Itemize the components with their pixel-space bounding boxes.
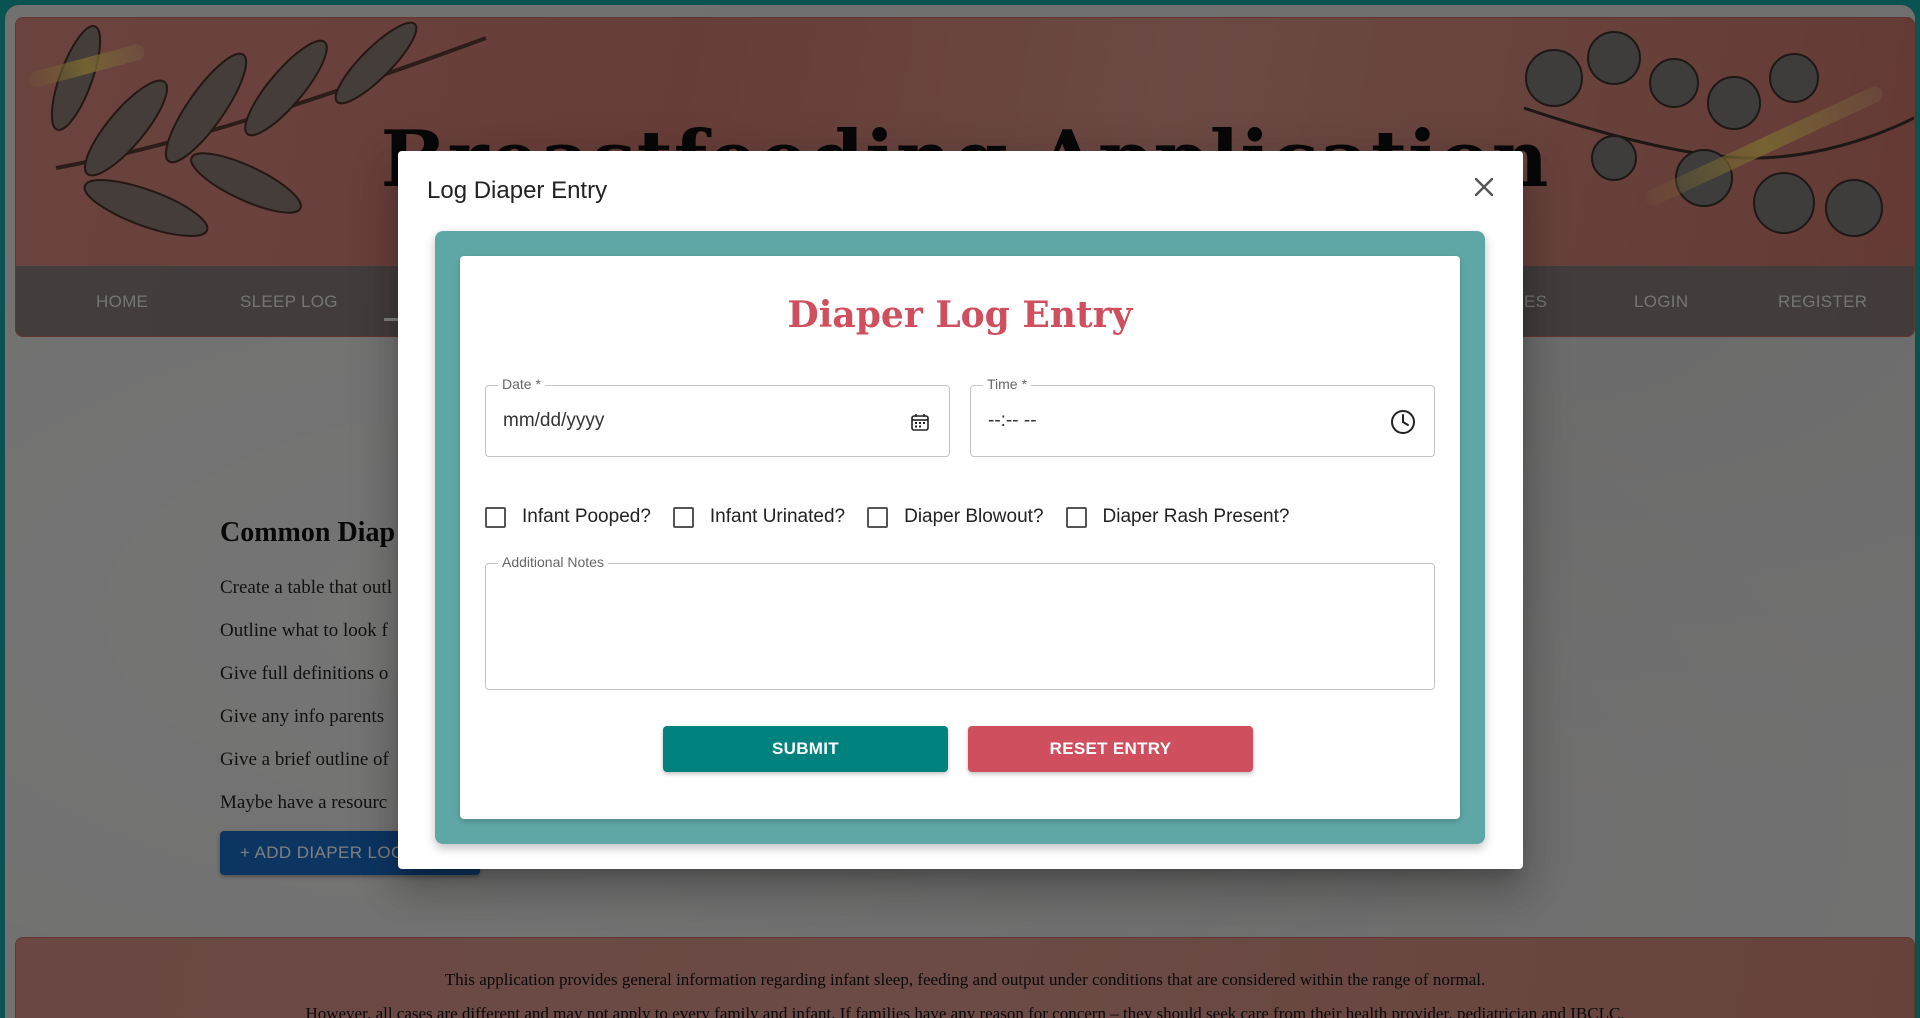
infant-pooped-checkbox[interactable]: Infant Pooped? bbox=[485, 506, 651, 528]
additional-notes-field[interactable]: Additional Notes bbox=[485, 554, 1435, 690]
log-diaper-dialog: Log Diaper Entry Diaper Log Entry Date *… bbox=[398, 151, 1523, 869]
checkbox-square[interactable] bbox=[672, 506, 694, 528]
infant-urinated-checkbox[interactable]: Infant Urinated? bbox=[672, 506, 846, 528]
diaper-blowout-checkbox[interactable]: Diaper Blowout? bbox=[867, 506, 1044, 528]
diaper-form-card: Diaper Log Entry Date * mm/dd/yyyy Time … bbox=[460, 256, 1460, 819]
date-input[interactable]: mm/dd/yyyy bbox=[503, 410, 604, 432]
checkbox-square[interactable] bbox=[1065, 506, 1087, 528]
form-title: Diaper Log Entry bbox=[787, 294, 1133, 336]
dialog-title: Log Diaper Entry bbox=[427, 177, 608, 204]
checkbox-label: Infant Urinated? bbox=[709, 506, 846, 527]
date-label: Date * bbox=[498, 376, 545, 392]
submit-button[interactable]: SUBMIT bbox=[663, 726, 948, 772]
close-icon[interactable] bbox=[1468, 171, 1500, 203]
checkbox-label: Diaper Blowout? bbox=[904, 506, 1044, 527]
notes-label: Additional Notes bbox=[498, 554, 608, 570]
diaper-checkbox-group: Infant Pooped? Infant Urinated? Diaper B… bbox=[485, 502, 1311, 532]
reset-entry-button[interactable]: RESET ENTRY bbox=[968, 726, 1253, 772]
time-field[interactable]: Time * --:-- -- bbox=[970, 376, 1435, 457]
time-input[interactable]: --:-- -- bbox=[988, 410, 1037, 432]
checkbox-label: Diaper Rash Present? bbox=[1102, 506, 1290, 527]
checkbox-label: Infant Pooped? bbox=[522, 506, 651, 527]
calendar-icon[interactable] bbox=[906, 408, 934, 436]
checkbox-square[interactable] bbox=[867, 506, 889, 528]
date-field[interactable]: Date * mm/dd/yyyy bbox=[485, 376, 950, 457]
diaper-rash-checkbox[interactable]: Diaper Rash Present? bbox=[1065, 506, 1290, 528]
form-frame: Diaper Log Entry Date * mm/dd/yyyy Time … bbox=[435, 231, 1485, 844]
time-label: Time * bbox=[983, 376, 1031, 392]
clock-icon[interactable] bbox=[1389, 408, 1417, 436]
checkbox-square[interactable] bbox=[485, 506, 506, 528]
